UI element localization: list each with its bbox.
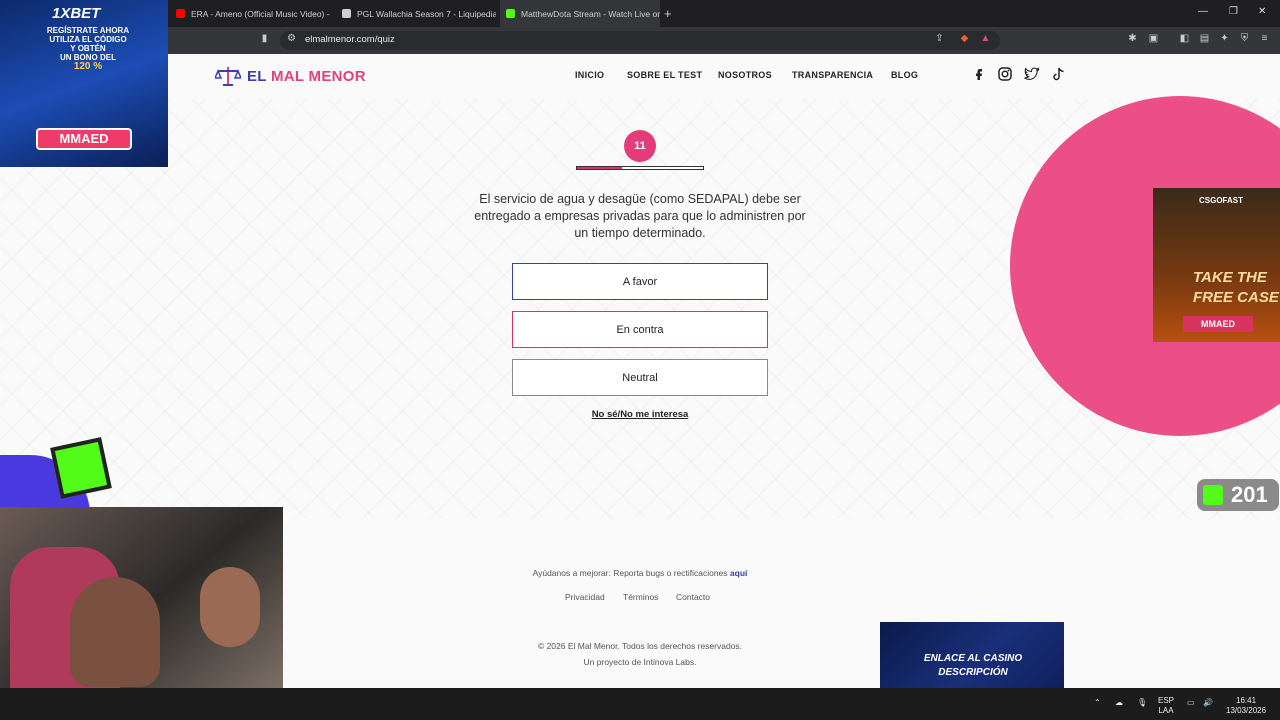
logo-text: EL MAL MENOR — [247, 67, 366, 85]
option-a-favor-button[interactable]: A favor — [512, 263, 768, 300]
tray-overflow-icon[interactable]: ⌃ — [1094, 698, 1101, 708]
liquipedia-icon — [342, 9, 351, 18]
extensions-icon[interactable]: ✱ — [1127, 33, 1138, 44]
instagram-icon[interactable] — [998, 67, 1012, 81]
ad-promo-text: REGÍSTRATE AHORA UTILIZA EL CÓDIGO Y OBT… — [46, 26, 130, 72]
kick-logo-icon — [50, 437, 112, 499]
ad-tagline: TAKE THE FREE CASE — [1193, 269, 1279, 306]
leo-icon[interactable]: ✦ — [1219, 33, 1230, 44]
skip-question-link[interactable]: No sé/No me interesa — [560, 409, 720, 420]
taskbar — [0, 688, 1280, 720]
clock[interactable]: 16:41 13/03/2026 — [1226, 696, 1266, 716]
microphone-icon[interactable]: 🎙 — [1137, 698, 1147, 708]
sidebar-icon[interactable]: ◧ — [1179, 33, 1190, 44]
browser-tab-kick[interactable]: MatthewDota Stream - Watch Live on ✕ — [500, 0, 660, 27]
tiktok-icon[interactable] — [1052, 67, 1066, 81]
quiz-progress-bar — [576, 166, 704, 170]
share-icon[interactable]: ⇪ — [934, 33, 945, 44]
viewer-counter: 201 — [1197, 479, 1279, 511]
facebook-icon[interactable] — [972, 67, 986, 81]
minimize-button[interactable]: — — [1198, 6, 1208, 17]
language-indicator[interactable]: ESP LAA — [1158, 696, 1174, 716]
url-text[interactable]: elmalmenor.com/quiz — [305, 34, 395, 45]
nav-nosotros[interactable]: NOSOTROS — [718, 70, 772, 80]
nav-transparencia[interactable]: TRANSPARENCIA — [792, 70, 873, 80]
footer-link-contacto[interactable]: Contacto — [676, 592, 710, 602]
tab-title: MatthewDota Stream - Watch Live on — [521, 8, 660, 19]
streamer — [70, 577, 160, 687]
nav-inicio[interactable]: INICIO — [575, 70, 604, 80]
kick-icon — [1203, 485, 1223, 505]
question-number-badge: 11 — [624, 130, 656, 162]
betting-ad-overlay: 1XBET REGÍSTRATE AHORA UTILIZA EL CÓDIGO… — [0, 0, 168, 167]
ad-brand: 1XBET — [52, 5, 101, 22]
ad-promo-code: MMAED — [36, 128, 132, 150]
brave-rewards-icon[interactable]: ▲ — [980, 33, 991, 44]
menu-icon[interactable]: ≡ — [1259, 33, 1270, 44]
option-en-contra-button[interactable]: En contra — [512, 311, 768, 348]
ad-brand: CSGOFAST — [1199, 196, 1244, 205]
maximize-button[interactable]: ❐ — [1229, 6, 1238, 17]
csgofast-ad-overlay: CSGOFAST TAKE THE FREE CASE MMAED — [1153, 188, 1280, 342]
new-tab-button[interactable]: + — [664, 6, 672, 21]
footer-link-privacidad[interactable]: Privacidad — [565, 592, 605, 602]
bookmark-icon[interactable]: ▮ — [259, 33, 270, 44]
site-logo[interactable]: EL MAL MENOR — [215, 65, 366, 87]
tab-search-icon[interactable]: ▤ — [1199, 33, 1210, 44]
quiz-progress-fill — [577, 167, 623, 169]
scales-logo-icon — [215, 67, 241, 86]
site-info-icon[interactable]: ⚙ — [286, 33, 297, 44]
casino-ad-text: ENLACE AL CASINO DESCRIPCIÓN — [923, 653, 1023, 678]
tab-title: PGL Wallachia Season 7 - Liquipedia — [357, 8, 496, 19]
browser-tab-youtube[interactable]: ERA - Ameno (Official Music Video) - — [170, 0, 330, 27]
vpn-icon[interactable]: ⛨ — [1239, 33, 1250, 44]
question-text: El servicio de agua y desagüe (como SEDA… — [474, 192, 806, 240]
close-window-button[interactable]: ✕ — [1258, 6, 1266, 17]
report-link[interactable]: aquí — [730, 568, 747, 578]
youtube-icon — [176, 9, 185, 18]
ad-promo-code: MMAED — [1183, 316, 1253, 332]
tab-title: ERA - Ameno (Official Music Video) - — [191, 8, 330, 19]
onedrive-icon[interactable]: ☁ — [1115, 698, 1123, 708]
footer-copyright: © 2026 El Mal Menor. Todos los derechos … — [440, 638, 840, 670]
network-icon[interactable]: ▭ — [1187, 698, 1195, 708]
volume-icon[interactable]: 🔊 — [1203, 698, 1213, 708]
second-person — [200, 567, 260, 647]
nav-sobre-el-test[interactable]: SOBRE EL TEST — [627, 70, 702, 80]
wallet-icon[interactable]: ▣ — [1148, 33, 1159, 44]
address-bar — [0, 27, 1280, 54]
footer-credit: Un proyecto de Intinova Labs. — [583, 657, 697, 667]
footer-help-text: Ayúdanos a mejorar: Reporta bugs o recti… — [532, 568, 748, 578]
browser-tab-liquipedia[interactable]: PGL Wallachia Season 7 - Liquipedia — [336, 0, 496, 27]
browser-tabbar: ERA - Ameno (Official Music Video) - PGL… — [0, 0, 1280, 27]
footer-link-terminos[interactable]: Términos — [623, 592, 658, 602]
option-neutral-button[interactable]: Neutral — [512, 359, 768, 396]
nav-blog[interactable]: BLOG — [891, 70, 918, 80]
kick-icon — [506, 9, 515, 18]
brave-shield-icon[interactable]: ◆ — [959, 33, 970, 44]
twitter-icon[interactable] — [1024, 67, 1040, 81]
viewer-count: 201 — [1231, 482, 1268, 507]
